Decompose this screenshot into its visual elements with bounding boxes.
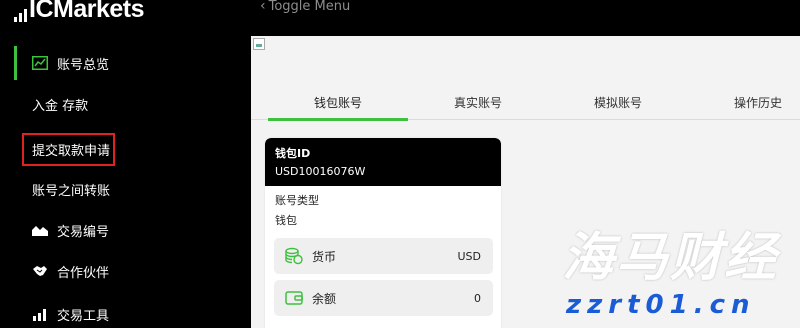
account-overview-icon [31,54,49,72]
tab-wallet-account[interactable]: 钱包账号 [268,84,408,120]
ic-markets-logo[interactable]: ICMarkets [14,0,145,23]
active-indicator [14,46,17,80]
currency-row: 货币 USD [274,238,493,274]
logo-prefix: IC [29,0,54,23]
logo-suffix: Markets [53,0,145,23]
chevron-left-icon: ‹ [260,0,266,14]
sidebar-item-trading-tools[interactable]: 交易工具 [0,297,232,328]
account-tabs: 钱包账号 真实账号 模拟账号 操作历史 [251,84,800,121]
bar-chart-icon [31,305,49,323]
sidebar: ICMarkets 账号总览 入金 存款 提交取款申请 账号之间转账 交易编号 [0,0,232,328]
sidebar-item-partners[interactable]: 合作伙伴 [0,254,232,288]
chart-area-icon [31,221,49,239]
sidebar-item-deposit[interactable]: 入金 存款 [0,87,232,121]
balance-label: 余额 [312,291,337,306]
sidebar-item-account-overview[interactable]: 账号总览 [0,46,232,80]
currency-label: 货币 [312,249,337,264]
sidebar-item-label: 账号总览 [57,57,110,73]
sidebar-item-label: 入金 存款 [32,98,89,114]
wallet-card-header: 钱包ID USD10016076W [265,138,501,186]
tab-label: 模拟账号 [593,95,642,110]
tab-label: 真实账号 [453,95,502,110]
tab-demo-account[interactable]: 模拟账号 [548,84,688,120]
currency-value: USD [457,249,481,263]
account-type-label: 账号类型 [275,194,319,207]
balance-value: 0 [474,291,481,305]
sidebar-item-label: 账号之间转账 [32,183,111,199]
balance-row: 余额 0 [274,280,493,316]
tab-operation-history[interactable]: 操作历史 [688,84,800,120]
tab-label: 钱包账号 [313,95,362,110]
wallet-id-value: USD10016076W [275,165,366,178]
tab-label: 操作历史 [733,95,782,110]
wallet-id-label: 钱包ID [275,147,311,160]
active-tab-underline [268,118,408,121]
toggle-menu-button[interactable]: ‹ Toggle Menu [260,0,350,16]
sidebar-item-label: 交易工具 [57,308,110,324]
sidebar-item-trading-accounts[interactable]: 交易编号 [0,213,232,247]
wallet-card[interactable]: 钱包ID USD10016076W 账号类型 钱包 货币 USD 余额 0 [265,138,501,328]
sidebar-item-label: 合作伙伴 [57,265,110,281]
toggle-menu-label: Toggle Menu [268,0,351,14]
red-highlight-box [22,133,115,166]
watermark-url: zzrt01.cn [566,290,756,320]
logo-bars-icon [14,9,27,22]
tab-live-account[interactable]: 真实账号 [408,84,548,120]
watermark-text: 海马财经 [562,228,779,288]
sidebar-item-internal-transfer[interactable]: 账号之间转账 [0,172,232,206]
handshake-icon [31,262,49,280]
account-type-value: 钱包 [275,214,297,227]
coins-icon [284,246,304,266]
sidebar-item-label: 交易编号 [57,224,110,240]
broken-image-icon [253,38,265,50]
wallet-icon [284,288,304,308]
